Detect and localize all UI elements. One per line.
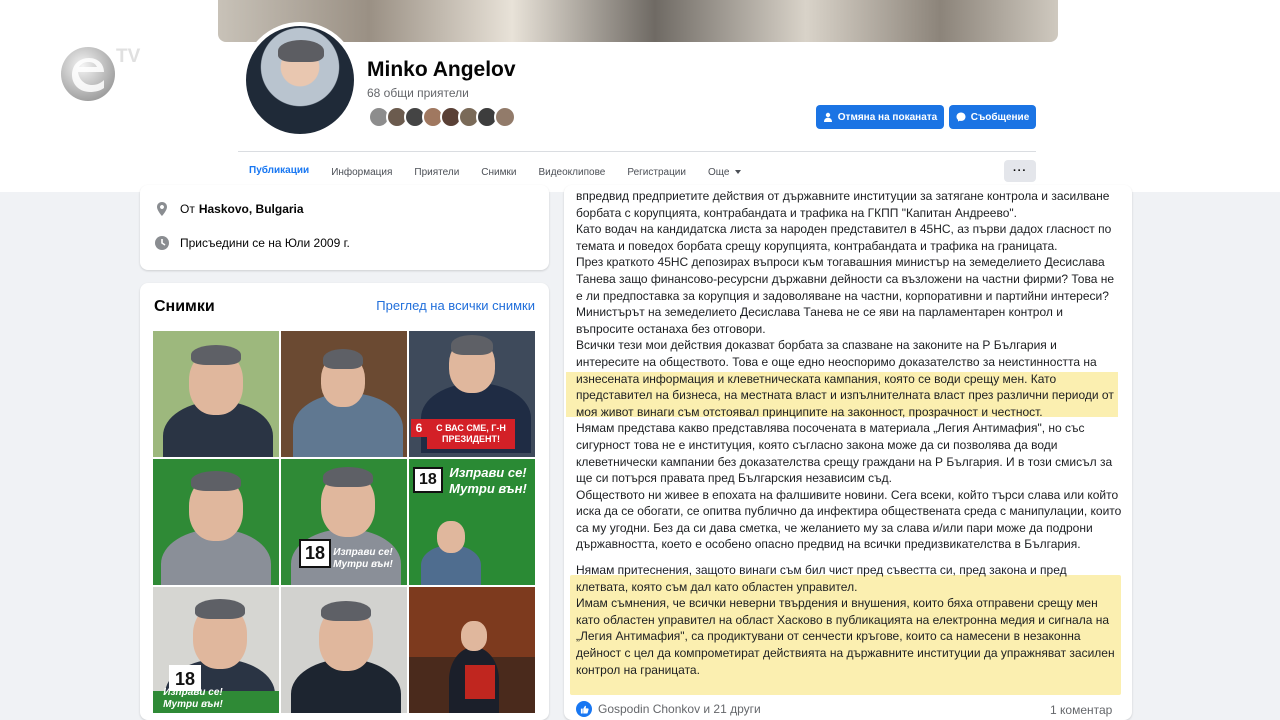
cancel-friend-request-label: Отмяна на поканата bbox=[837, 111, 938, 123]
post-reactions[interactable]: Gospodin Chonkov и 21 други bbox=[576, 701, 761, 717]
intro-joined-text: Присъедини се на Юли 2009 г. bbox=[180, 236, 350, 250]
tv-banner-text: С ВАС СМЕ, Г-Н ПРЕЗИДЕНТ! bbox=[427, 419, 515, 449]
location-pin-icon bbox=[157, 202, 167, 216]
channel-logo-text: TV bbox=[116, 46, 141, 67]
photo-thumbnail[interactable] bbox=[409, 587, 535, 713]
intro-location-place[interactable]: Haskovo, Bulgaria bbox=[199, 202, 304, 216]
mutual-friends-avatars[interactable] bbox=[368, 106, 516, 130]
tab-more-label: Още bbox=[707, 166, 730, 178]
campaign-slogan: Изправи се! Мутри вън! bbox=[163, 687, 223, 710]
photo-thumbnail[interactable] bbox=[281, 587, 407, 713]
photo-grid: 6 С ВАС СМЕ, Г-Н ПРЕЗИДЕНТ! 18 Изправи с… bbox=[153, 331, 535, 713]
photos-title: Снимки bbox=[154, 298, 215, 315]
photo-thumbnail[interactable]: 18 Изправи се! Мутри вън! bbox=[281, 459, 407, 585]
see-all-photos-link[interactable]: Преглед на всички снимки bbox=[376, 298, 535, 313]
clock-icon bbox=[155, 236, 169, 250]
candidate-number-badge: 18 bbox=[413, 467, 443, 493]
tab-check-ins-label: Регистрации bbox=[627, 166, 686, 178]
comments-count[interactable]: 1 коментар bbox=[1050, 703, 1112, 717]
message-button-label: Съобщение bbox=[970, 111, 1030, 123]
post-paragraph: Нямам представа какво представлява посоч… bbox=[576, 421, 1113, 486]
tab-about-label: Информация bbox=[331, 166, 393, 178]
post-paragraph: впредвид предприетите действия от държав… bbox=[576, 189, 1110, 220]
mutual-friends-count[interactable]: 68 общи приятели bbox=[367, 86, 469, 100]
tab-videos-label: Видеоклипове bbox=[538, 166, 606, 178]
campaign-slogan: Изправи се! Мутри вън! bbox=[449, 465, 527, 496]
chevron-down-icon bbox=[735, 170, 742, 174]
highlighted-paragraph: Нямам притеснения, защото винаги съм бил… bbox=[576, 563, 1067, 594]
highlighted-paragraph: Имам съмнения, че всички неверни твърден… bbox=[576, 596, 1115, 677]
campaign-slogan: Изправи се! Мутри вън! bbox=[333, 547, 393, 570]
intro-card: От Haskovo, Bulgaria Присъедини се на Юл… bbox=[140, 185, 549, 270]
photo-thumbnail[interactable]: 18 Изправи се! Мутри вън! bbox=[409, 459, 535, 585]
reactions-text: Gospodin Chonkov и 21 други bbox=[598, 702, 761, 716]
tab-friends-label: Приятели bbox=[414, 166, 460, 178]
tv-channel-number: 6 bbox=[411, 419, 427, 437]
intro-joined: Присъедини се на Юли 2009 г. bbox=[154, 235, 350, 251]
profile-name: Minko Angelov bbox=[367, 58, 516, 81]
photo-thumbnail[interactable]: 18 Изправи се! Мутри вън! bbox=[153, 587, 279, 713]
like-icon bbox=[576, 701, 592, 717]
candidate-number-badge: 18 bbox=[299, 539, 332, 568]
message-button[interactable]: Съобщение bbox=[949, 105, 1036, 129]
photo-thumbnail[interactable] bbox=[153, 331, 279, 457]
etv-channel-logo: TV bbox=[61, 46, 141, 101]
tab-photos-label: Снимки bbox=[481, 166, 517, 178]
post-paragraph: През краткото 45НС депозирах въпроси към… bbox=[576, 255, 1115, 336]
post-paragraph: Обществото ни живее в епохата на фалшиви… bbox=[576, 487, 1122, 552]
photo-thumbnail[interactable] bbox=[281, 331, 407, 457]
cover-photo[interactable] bbox=[218, 0, 1058, 42]
post-body: впредвид предприетите действия от държав… bbox=[576, 188, 1122, 678]
photo-thumbnail[interactable] bbox=[153, 459, 279, 585]
post-paragraph: Всички тези мои действия доказват борбат… bbox=[576, 337, 1122, 420]
intro-location-prefix: От bbox=[180, 202, 195, 216]
tab-posts-label: Публикации bbox=[249, 165, 310, 176]
post-paragraph: Като водач на кандидатска листа за народ… bbox=[576, 222, 1112, 253]
cancel-friend-request-button[interactable]: Отмяна на поканата bbox=[816, 105, 944, 129]
messenger-icon bbox=[956, 112, 966, 122]
intro-location: От Haskovo, Bulgaria bbox=[154, 201, 304, 217]
profile-picture[interactable] bbox=[242, 22, 358, 138]
person-icon bbox=[823, 112, 832, 122]
more-options-button[interactable]: ··· bbox=[1004, 160, 1036, 182]
photo-thumbnail[interactable]: 6 С ВАС СМЕ, Г-Н ПРЕЗИДЕНТ! bbox=[409, 331, 535, 457]
post-paragraph-text: Всички тези мои действия доказват борбат… bbox=[576, 338, 1097, 386]
photos-card: Снимки Преглед на всички снимки 6 С ВАС … bbox=[140, 283, 549, 720]
